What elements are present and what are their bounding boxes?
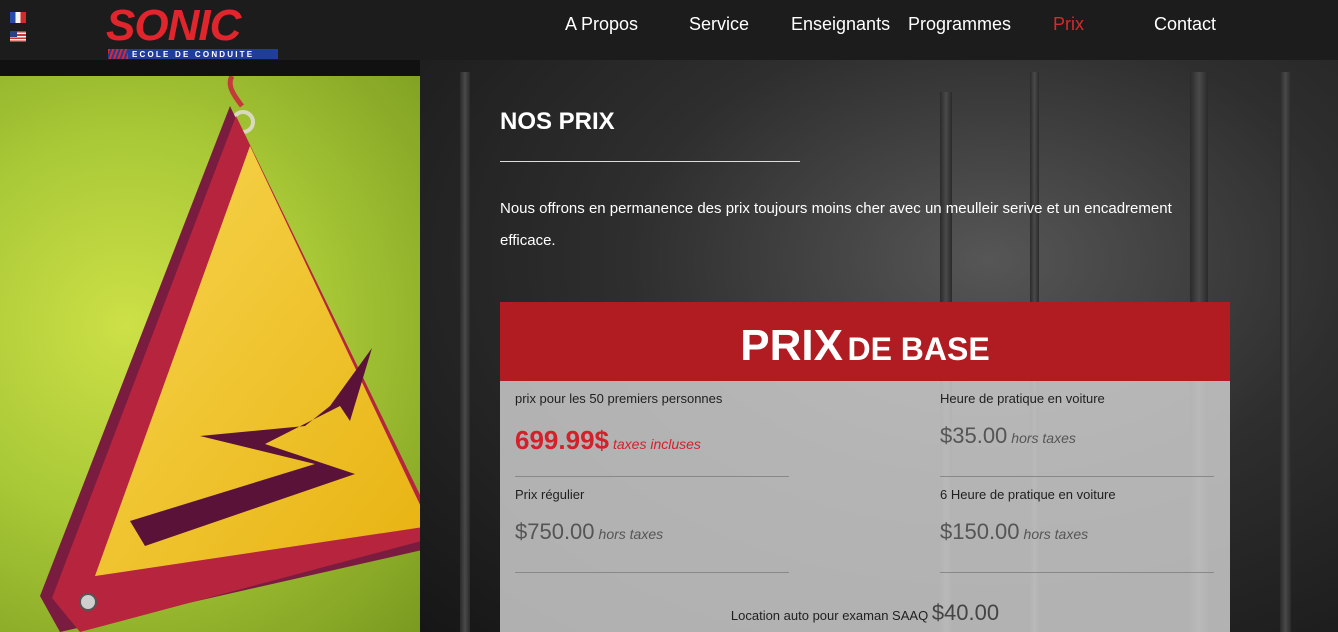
price-item: prix pour les 50 premiers personnes 699.… (515, 381, 789, 477)
price-label: Prix régulier (515, 487, 585, 502)
title-divider (500, 161, 800, 162)
price-item: Heure de pratique en voiture $35.00 hors … (940, 381, 1214, 477)
price-divider (940, 572, 1214, 573)
rental-price: Location auto pour examan SAAQ $40.00 (500, 600, 1230, 626)
nav-item-contact[interactable]: Contact (1154, 14, 1216, 35)
pricing-table: PRIX DE BASE prix pour les 50 premiers p… (500, 302, 1230, 632)
price-amount: $750.00 (515, 519, 595, 544)
rental-amount: $40.00 (931, 600, 1000, 625)
pricing-heading-big: PRIX (740, 321, 843, 370)
pricing-header: PRIX DE BASE (500, 302, 1230, 381)
price-note: hors taxes (1011, 430, 1076, 446)
nav-item-enseignants[interactable]: Enseignants (791, 14, 890, 35)
price-item: Prix régulier $750.00 hors taxes (515, 477, 789, 573)
logo-stripes (108, 49, 128, 59)
warning-sign-image (0, 76, 420, 632)
us-flag-icon[interactable] (10, 31, 26, 42)
price-label: 6 Heure de pratique en voiture (940, 487, 1116, 502)
tree-trunk (1280, 72, 1291, 632)
nav-item-service[interactable]: Service (689, 14, 749, 35)
price-value: 699.99$ taxes incluses (515, 425, 701, 456)
language-switcher (10, 12, 26, 50)
price-amount: 699.99$ (515, 425, 609, 455)
logo-subtitle: ECOLE DE CONDUITE (132, 50, 255, 59)
pricing-heading-small: DE BASE (847, 331, 990, 367)
price-amount: $150.00 (940, 519, 1020, 544)
logo-text: SONIC (106, 1, 241, 50)
tree-trunk (460, 72, 470, 632)
page-title: NOS PRIX (500, 108, 615, 135)
price-note: taxes incluses (612, 436, 701, 452)
price-value: $150.00 hors taxes (940, 519, 1088, 545)
price-amount: $35.00 (940, 423, 1008, 448)
site-header: SONIC ECOLE DE CONDUITE A Propos Service… (0, 0, 1338, 60)
price-divider (515, 572, 789, 573)
nav-item-a-propos[interactable]: A Propos (565, 14, 638, 35)
price-value: $35.00 hors taxes (940, 423, 1076, 449)
nav-item-prix[interactable]: Prix (1053, 14, 1084, 35)
price-label: prix pour les 50 premiers personnes (515, 391, 723, 406)
intro-text: Nous offrons en permanence des prix touj… (500, 200, 1172, 249)
price-label: Heure de pratique en voiture (940, 391, 1105, 406)
french-flag-icon[interactable] (10, 12, 26, 23)
price-item: 6 Heure de pratique en voiture $150.00 ho… (940, 477, 1214, 573)
price-note: hors taxes (1023, 526, 1089, 542)
site-logo[interactable]: SONIC ECOLE DE CONDUITE (104, 1, 282, 62)
price-value: $750.00 hors taxes (515, 519, 663, 545)
price-note: hors taxes (598, 526, 664, 542)
nav-item-programmes[interactable]: Programmes (908, 14, 1011, 35)
warning-sign-icon (40, 76, 420, 632)
rental-label: Location auto pour examan SAAQ (730, 608, 929, 623)
